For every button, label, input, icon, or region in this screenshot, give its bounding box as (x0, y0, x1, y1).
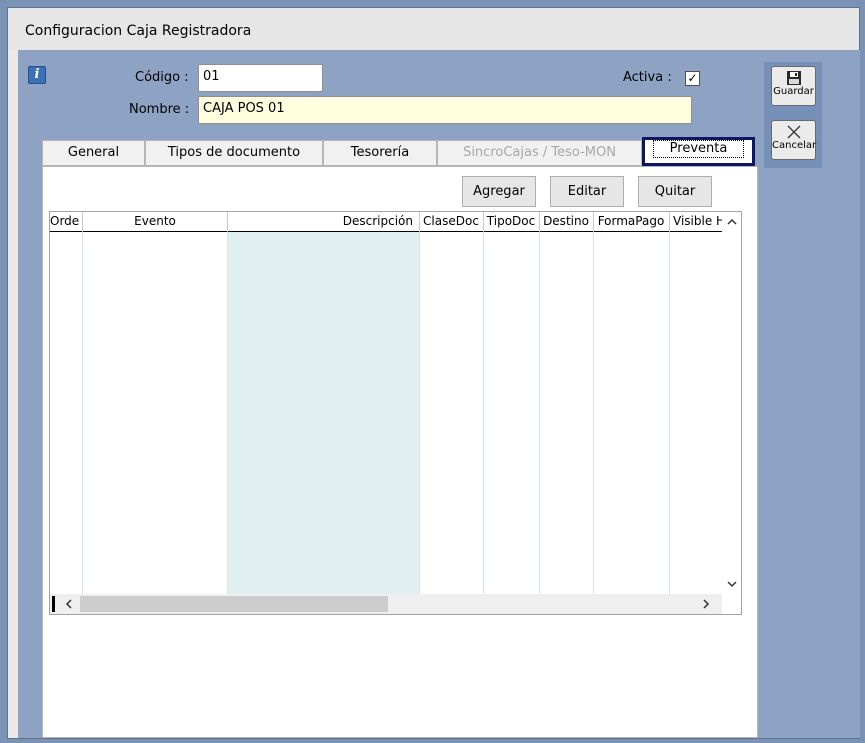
quitar-button[interactable]: Quitar (638, 176, 712, 207)
vertical-scrollbar[interactable] (722, 212, 741, 594)
window-title: Configuracion Caja Registradora (8, 8, 859, 50)
tab-preventa-label: Preventa (652, 140, 745, 158)
tab-preventa[interactable]: Preventa (642, 137, 755, 166)
column-header-clasedoc[interactable]: ClaseDoc (419, 212, 483, 232)
horizontal-scroll-thumb[interactable] (80, 596, 388, 612)
column-line (419, 232, 420, 594)
action-sidebar: Guardar Cancelar (764, 62, 822, 168)
header-separator (227, 212, 228, 232)
chevron-up-icon[interactable] (722, 212, 741, 232)
tab-bar: General Tipos de documento Tesorería Sin… (42, 137, 758, 166)
nombre-field[interactable]: CAJA POS 01 (198, 96, 692, 124)
column-line (593, 232, 594, 594)
header-separator (539, 212, 540, 232)
row-marker (52, 596, 55, 612)
cancelar-button[interactable]: Cancelar (771, 120, 816, 160)
chevron-left-icon[interactable] (58, 594, 78, 614)
window: Configuracion Caja Registradora i Código… (7, 7, 860, 739)
header-separator (593, 212, 594, 232)
codigo-field[interactable]: 01 (198, 64, 323, 92)
activa-label: Activa : (623, 70, 672, 85)
header-separator (483, 212, 484, 232)
info-icon[interactable]: i (28, 66, 46, 84)
description-column-shade (227, 232, 419, 594)
activa-checkbox[interactable]: ✓ (685, 71, 700, 86)
horizontal-scrollbar[interactable] (50, 594, 722, 614)
column-line (539, 232, 540, 594)
column-line (669, 232, 670, 594)
agregar-button[interactable]: Agregar (462, 176, 536, 207)
chevron-right-icon[interactable] (696, 594, 716, 614)
codigo-label: Código : (135, 70, 189, 85)
column-line (483, 232, 484, 594)
column-line (227, 232, 228, 594)
preventa-grid[interactable]: Orde Evento Descripción ClaseDoc TipoDoc… (49, 211, 742, 615)
guardar-label: Guardar (773, 86, 814, 97)
tab-sincrocajas: SincroCajas / Teso-MON (437, 140, 642, 166)
editar-button[interactable]: Editar (550, 176, 624, 207)
cancelar-label: Cancelar (772, 140, 817, 151)
column-header-evento[interactable]: Evento (83, 212, 227, 232)
header-separator (82, 212, 83, 232)
column-header-tipodoc[interactable]: TipoDoc (483, 212, 539, 232)
chevron-down-icon[interactable] (722, 574, 741, 594)
column-header-destino[interactable]: Destino (539, 212, 593, 232)
column-header-visible[interactable]: Visible H (670, 212, 722, 232)
column-header-formapago[interactable]: FormaPago (593, 212, 669, 232)
guardar-button[interactable]: Guardar (771, 66, 816, 106)
cross-icon (787, 125, 800, 139)
tab-general[interactable]: General (42, 140, 145, 166)
header-separator (669, 212, 670, 232)
header-separator (419, 212, 420, 232)
client-area: i Código : 01 Activa : ✓ Nombre : CAJA P… (18, 50, 860, 738)
column-header-orden[interactable]: Orde (50, 212, 82, 232)
nombre-label: Nombre : (129, 102, 190, 117)
column-header-descripcion[interactable]: Descripción (227, 212, 419, 232)
tab-tesoreria[interactable]: Tesorería (323, 140, 437, 166)
floppy-disk-icon (786, 71, 801, 85)
column-line (82, 232, 83, 594)
tab-tipos-de-documento[interactable]: Tipos de documento (145, 140, 323, 166)
preventa-panel: Agregar Editar Quitar Orde Evento Descri… (42, 166, 758, 738)
